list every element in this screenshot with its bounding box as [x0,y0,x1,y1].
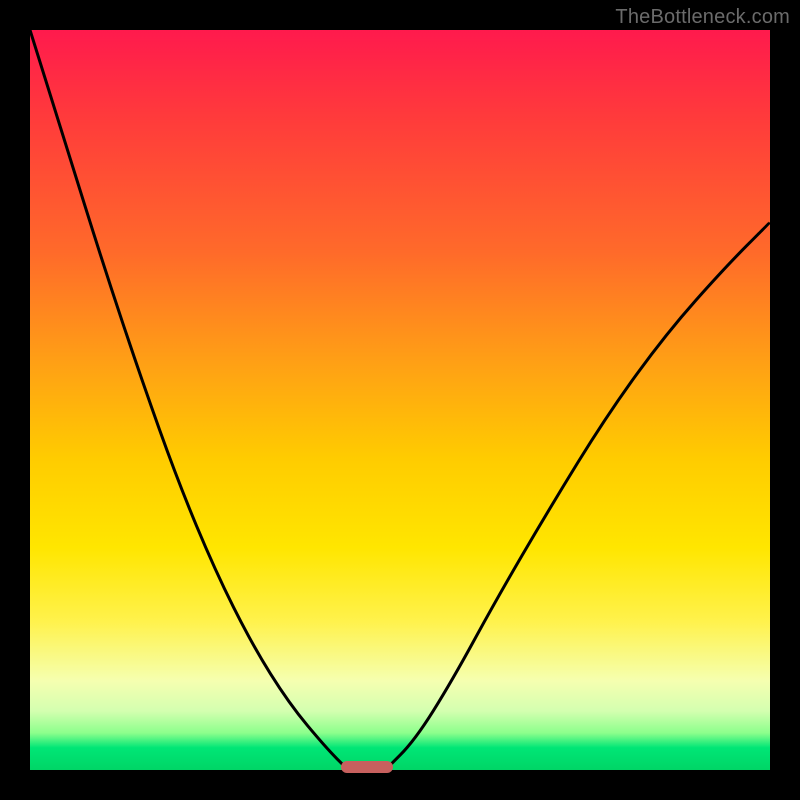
watermark-text: TheBottleneck.com [615,6,790,29]
curve-left-branch [30,30,348,770]
curve-right-branch [385,222,770,770]
plot-area [30,30,770,770]
chart-frame: TheBottleneck.com [0,0,800,800]
bottleneck-curve [30,30,770,770]
optimum-marker [341,761,393,773]
